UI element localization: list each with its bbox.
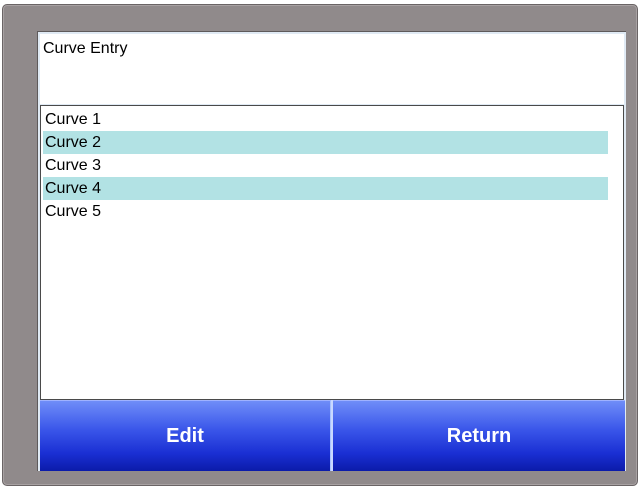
list-item-label: Curve 3 — [45, 157, 102, 174]
button-bar: Edit Return — [40, 400, 625, 471]
list-item-label: Curve 4 — [45, 180, 102, 197]
edit-button[interactable]: Edit — [40, 400, 331, 471]
touch-screen: Curve Entry Curve 1 Curve 2 Curve 3 Curv… — [37, 31, 626, 471]
edit-button-label: Edit — [166, 424, 204, 447]
list-item-label: Curve 2 — [45, 134, 102, 151]
device-bezel: Curve Entry Curve 1 Curve 2 Curve 3 Curv… — [2, 4, 638, 486]
header-panel: Curve Entry — [40, 34, 624, 104]
page-title: Curve Entry — [43, 40, 128, 57]
return-button-label: Return — [446, 424, 512, 447]
list-item-label: Curve 1 — [45, 111, 102, 128]
list-item-curve-1[interactable]: Curve 1 — [43, 108, 608, 131]
list-item-label: Curve 5 — [45, 203, 102, 220]
list-item-curve-3[interactable]: Curve 3 — [43, 154, 608, 177]
return-button[interactable]: Return — [333, 400, 625, 471]
list-item-curve-4[interactable]: Curve 4 — [43, 177, 608, 200]
curve-list: Curve 1 Curve 2 Curve 3 Curve 4 Curve 5 — [40, 105, 624, 400]
list-item-curve-5[interactable]: Curve 5 — [43, 200, 608, 223]
list-item-curve-2[interactable]: Curve 2 — [43, 131, 608, 154]
